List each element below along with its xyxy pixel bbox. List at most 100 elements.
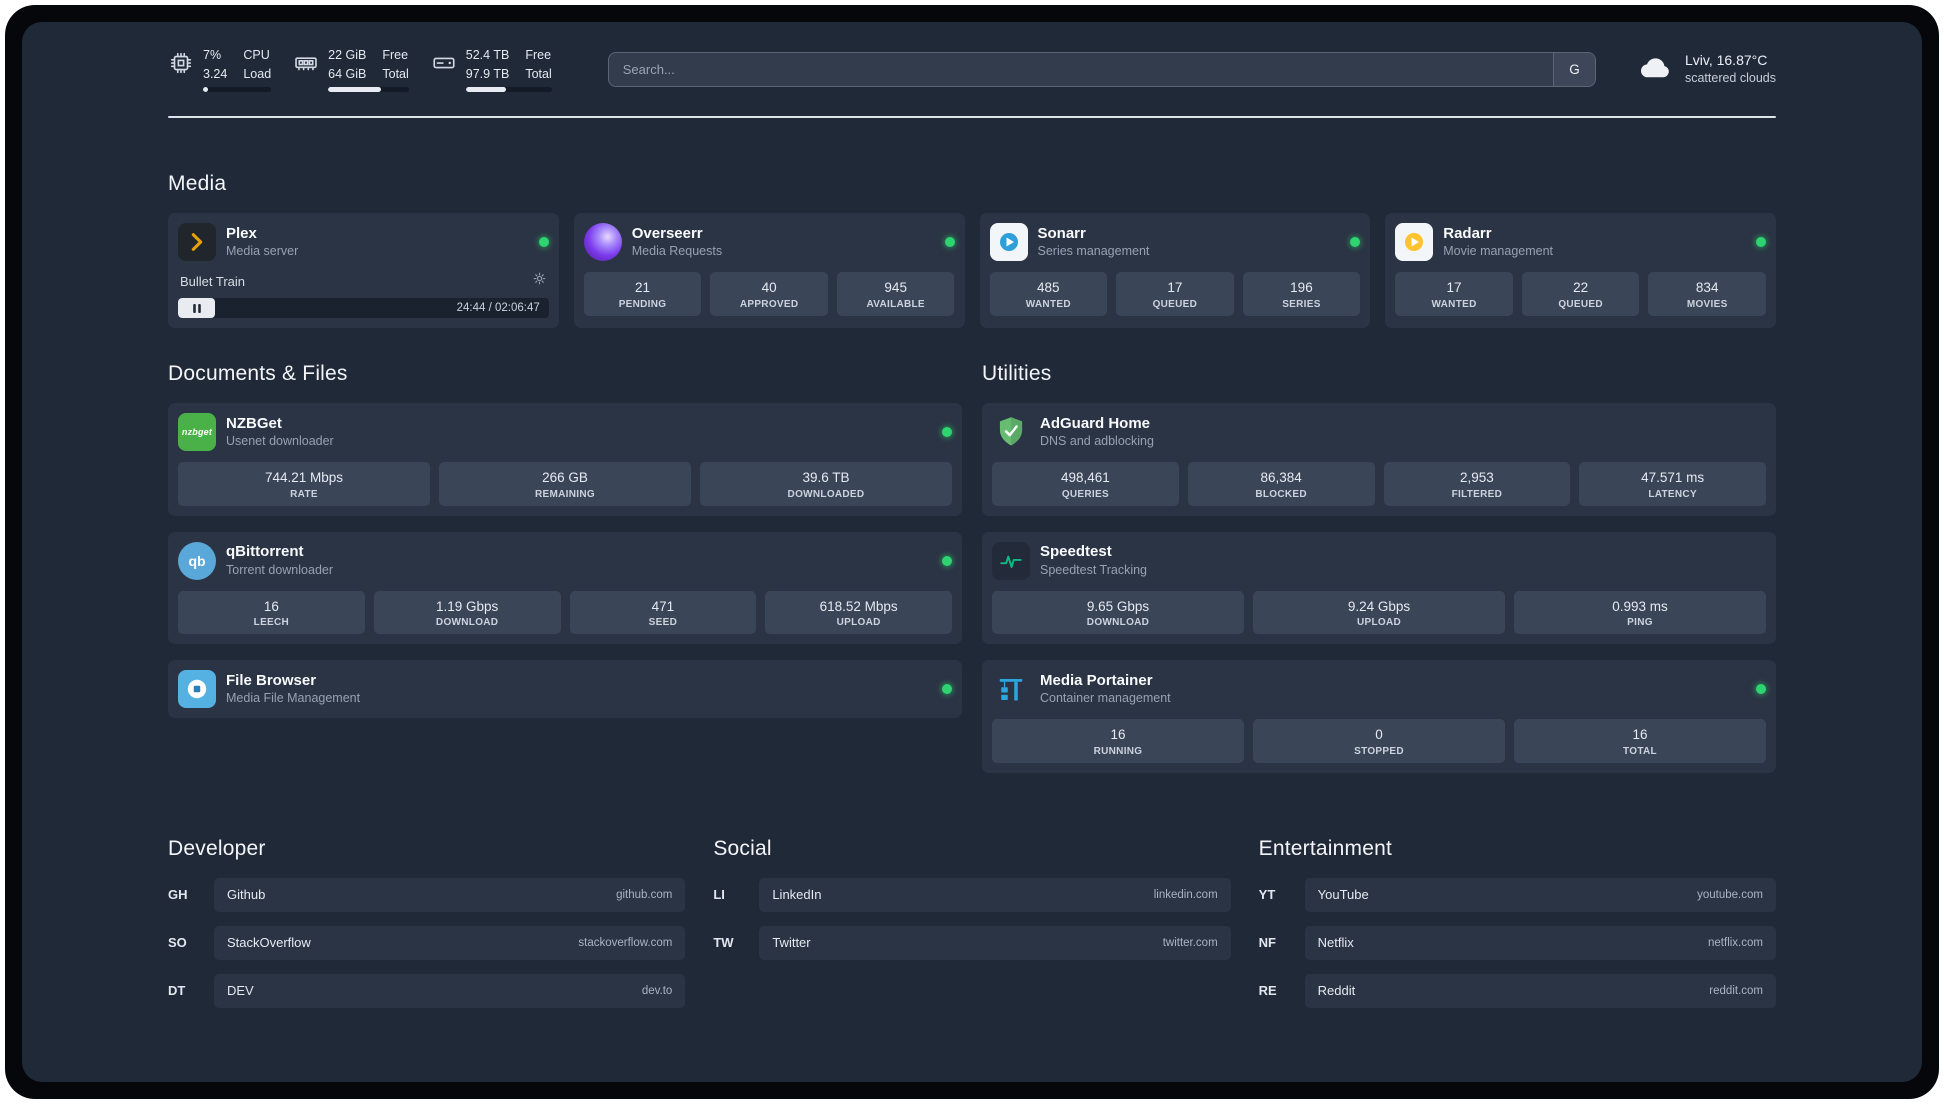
stat-block: 17 WANTED [1395, 272, 1513, 316]
screenshot-stage: 7% 3.24 CPU Load 22 GiB 64 GiB Free Tota… [0, 0, 1944, 1104]
disk-total-label: Total [525, 66, 552, 81]
now-playing-title: Bullet Train [180, 273, 246, 289]
service-card-adguard[interactable]: AdGuard Home DNS and adblocking 498,461 … [982, 403, 1776, 516]
stat-value: 47.571 ms [1641, 470, 1705, 485]
service-card-portainer[interactable]: Media Portainer Container management 16 … [982, 660, 1776, 773]
stat-value: 17 [1167, 280, 1183, 295]
bookmark-name: YouTube [1317, 887, 1369, 903]
bookmark-group-entertainment: Entertainment YT YouTube youtube.com NF … [1259, 837, 1776, 1008]
stat-label: STOPPED [1354, 745, 1404, 757]
plex-icon [178, 223, 216, 261]
bookmark-bar: LinkedIn linkedin.com [759, 877, 1231, 912]
bookmark-abbr: NF [1258, 935, 1276, 951]
bookmark-bar: Twitter twitter.com [759, 925, 1231, 960]
stat-block: 17 QUEUED [1116, 272, 1234, 316]
stat-label: QUERIES [1061, 488, 1109, 500]
search-provider-button[interactable]: G [1552, 52, 1595, 86]
bookmark-dev[interactable]: DT DEV dev.to [168, 973, 686, 1008]
stat-block: 196 SERIES [1242, 272, 1361, 316]
stat-value: 1.19 Gbps [435, 598, 499, 614]
bookmark-stackoverflow[interactable]: SO StackOverflow stackoverflow.com [168, 925, 686, 960]
speedtest-icon [992, 541, 1030, 580]
stat-block: 945 AVAILABLE [836, 272, 955, 316]
service-name: qBittorrent [226, 543, 304, 561]
status-indicator [944, 237, 955, 247]
bookmark-group-social: Social LI LinkedIn linkedin.com TW Twitt… [713, 837, 1231, 960]
bookmark-abbr: SO [168, 935, 187, 951]
bookmark-youtube[interactable]: YT YouTube youtube.com [1258, 877, 1776, 912]
stat-block: 0 STOPPED [1253, 719, 1505, 763]
stat-label: UPLOAD [836, 617, 881, 629]
cpu-progress-bar [203, 86, 272, 92]
service-card-sonarr[interactable]: Sonarr Series management 485 WANTED 17 Q… [979, 213, 1371, 328]
status-indicator [538, 237, 549, 247]
bookmark-linkedin[interactable]: LI LinkedIn linkedin.com [713, 877, 1231, 912]
bookmark-bar: Github github.com [214, 877, 686, 912]
cloud-icon [1638, 51, 1674, 86]
bookmark-github[interactable]: GH Github github.com [168, 877, 686, 912]
section-title-documents: Documents & Files [168, 362, 348, 385]
stat-block: 16 LEECH [178, 590, 365, 635]
service-card-radarr[interactable]: Radarr Movie management 17 WANTED 22 QUE… [1385, 213, 1776, 328]
bookmark-domain: reddit.com [1709, 984, 1763, 997]
service-card-nzbget[interactable]: nzbget NZBGet Usenet downloader 744.21 M… [168, 403, 962, 516]
service-card-qbittorrent[interactable]: qb qBittorrent Torrent downloader 16 LEE… [168, 531, 962, 645]
stat-label: QUEUED [1152, 298, 1198, 310]
stat-block: 618.52 Mbps UPLOAD [765, 590, 952, 635]
service-name: Plex [226, 224, 257, 242]
memory-total-label: Total [382, 66, 409, 81]
nzbget-icon: nzbget [178, 413, 216, 451]
service-name: Radarr [1443, 224, 1492, 242]
stat-block: 9.24 Gbps UPLOAD [1253, 590, 1505, 635]
memory-widget: 22 GiB 64 GiB Free Total [293, 46, 409, 92]
bookmark-reddit[interactable]: RE Reddit reddit.com [1258, 973, 1776, 1008]
service-subtitle: Usenet downloader [226, 434, 334, 449]
stat-label: RUNNING [1093, 745, 1143, 757]
gear-icon[interactable] [532, 271, 547, 291]
stat-value: 471 [651, 598, 675, 614]
search-bar: G [607, 51, 1596, 87]
playback-progress-bar[interactable]: 24:44 / 02:06:47 [178, 298, 549, 318]
filebrowser-icon [178, 670, 216, 709]
stat-value: 17 [1446, 280, 1462, 295]
disk-progress-bar [465, 86, 552, 92]
bookmark-domain: youtube.com [1697, 888, 1763, 901]
window-frame: 7% 3.24 CPU Load 22 GiB 64 GiB Free Tota… [5, 5, 1939, 1099]
status-indicator [1350, 237, 1361, 247]
bookmark-netflix[interactable]: NF Netflix netflix.com [1258, 925, 1776, 960]
bookmark-twitter[interactable]: TW Twitter twitter.com [713, 925, 1231, 960]
service-card-plex[interactable]: Plex Media server Bullet Train 24:44 / 0… [168, 213, 559, 328]
documents-column: Documents & Files nzbget NZBGet Usenet d… [168, 362, 962, 719]
service-card-overseerr[interactable]: Overseerr Media Requests 21 PENDING 40 A… [573, 213, 965, 328]
service-card-speedtest[interactable]: Speedtest Speedtest Tracking 9.65 Gbps D… [982, 531, 1776, 645]
bookmark-abbr: YT [1258, 887, 1276, 903]
stat-value: 0.993 ms [1612, 598, 1668, 614]
service-card-filebrowser[interactable]: File Browser Media File Management [168, 660, 962, 719]
memory-free-label: Free [382, 48, 409, 63]
disk-widget: 52.4 TB 97.9 TB Free Total [431, 46, 552, 92]
qbittorrent-icon: qb [178, 541, 216, 580]
bookmark-abbr: TW [713, 935, 734, 951]
stat-block: 16 RUNNING [992, 719, 1244, 763]
stat-label: QUEUED [1558, 298, 1603, 310]
service-subtitle: Movie management [1443, 244, 1554, 259]
weather-widget: Lviv, 16.87°C scattered clouds [1638, 51, 1776, 87]
disk-icon [431, 50, 457, 81]
status-indicator [942, 555, 952, 566]
cpu-widget: 7% 3.24 CPU Load [168, 46, 272, 92]
stat-label: UPLOAD [1356, 617, 1402, 629]
stat-label: MOVIES [1686, 298, 1728, 310]
search-input[interactable] [608, 52, 1553, 86]
dashboard-app: 7% 3.24 CPU Load 22 GiB 64 GiB Free Tota… [22, 22, 1922, 1082]
disk-free-label: Free [525, 48, 552, 63]
bookmark-abbr: RE [1258, 983, 1277, 999]
overseerr-icon [583, 223, 622, 261]
service-subtitle: Speedtest Tracking [1040, 562, 1148, 577]
service-name: NZBGet [226, 414, 282, 432]
section-title-utilities: Utilities [982, 362, 1052, 385]
service-subtitle: Media Requests [631, 244, 723, 259]
stat-label: DOWNLOAD [1086, 617, 1150, 629]
section-title-media: Media [168, 172, 227, 195]
bookmark-abbr: DT [168, 983, 186, 999]
stat-label: PENDING [618, 298, 667, 310]
